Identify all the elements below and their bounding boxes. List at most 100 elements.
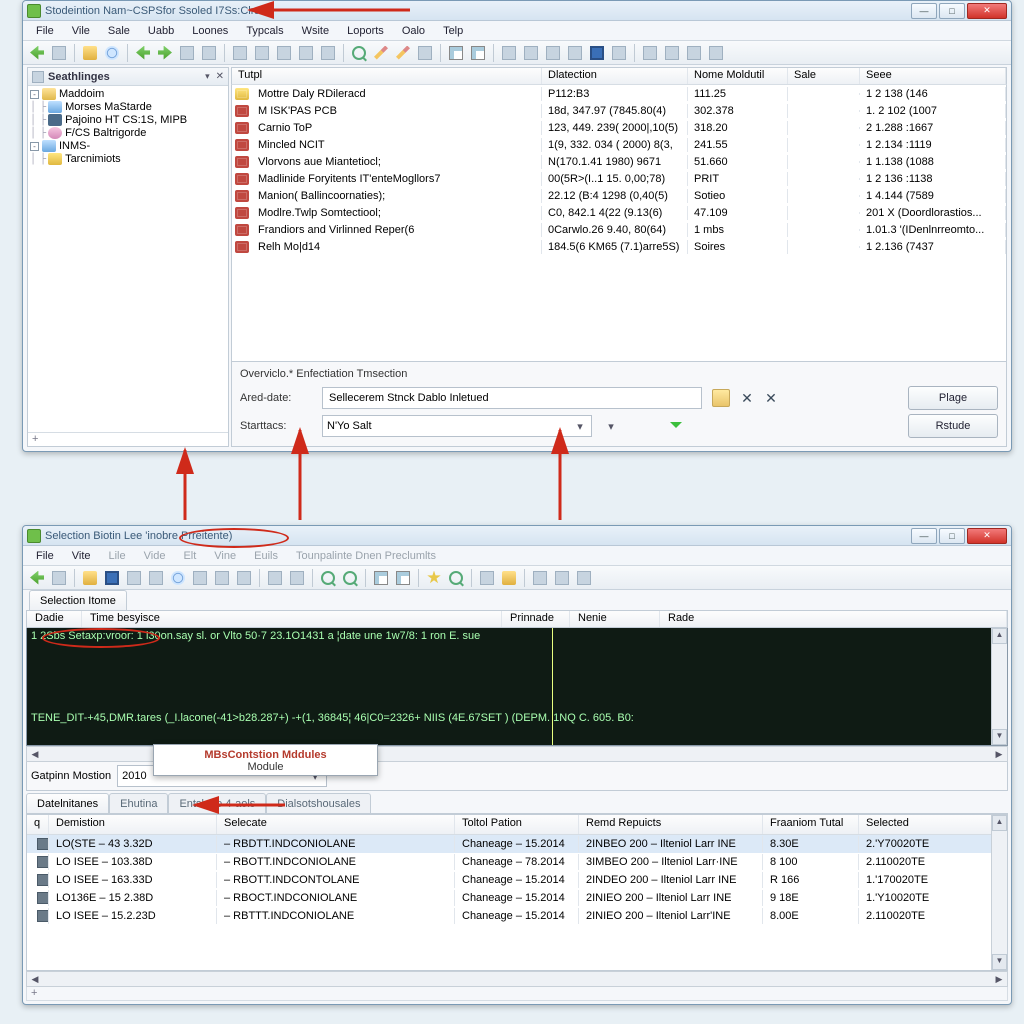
generic-icon[interactable] (287, 568, 307, 588)
generic-icon[interactable] (252, 43, 272, 63)
generic-icon[interactable] (296, 43, 316, 63)
search-icon[interactable] (446, 568, 466, 588)
grid-add[interactable]: + (26, 987, 1008, 1001)
table-row[interactable]: Mincled NCIT1(9, 332. 034 ( 2000) 8(3,24… (232, 136, 1006, 153)
menu-elt[interactable]: Elt (176, 549, 203, 563)
disk-icon[interactable] (168, 568, 188, 588)
close-button[interactable]: ✕ (967, 528, 1007, 544)
tree-node[interactable]: │ ├F/CS Baltrigorde (30, 127, 226, 140)
back-icon[interactable] (27, 43, 47, 63)
minimize-button[interactable]: — (911, 528, 937, 544)
tab-0[interactable]: Datelnitanes (26, 793, 109, 813)
table-row[interactable]: Madlinide Foryitents IT'enteMogllors700(… (232, 170, 1006, 187)
search-icon[interactable] (340, 568, 360, 588)
generic-icon[interactable] (477, 568, 497, 588)
tree-add[interactable]: + (28, 432, 228, 446)
col-header[interactable]: q (27, 815, 49, 834)
table-row[interactable]: LO136E – 15 2.38D– RBOCT.INDCONIOLANECha… (27, 889, 1007, 907)
generic-icon[interactable] (318, 43, 338, 63)
col-header[interactable]: Nome Moldutil (688, 68, 788, 84)
ared-input[interactable] (322, 387, 702, 409)
generic-icon[interactable] (199, 43, 219, 63)
table-row[interactable]: LO ISEE – 15.2.23D– RBTTT.INDCONIOLANECh… (27, 907, 1007, 925)
plage-button[interactable]: Plage (908, 386, 998, 410)
menu-sale[interactable]: Sale (101, 24, 137, 38)
tree-node[interactable]: │ ├Tarcnimiots (30, 153, 226, 166)
pencil-icon[interactable] (393, 43, 413, 63)
col-header[interactable]: Remd Repuicts (579, 815, 763, 834)
table-row[interactable]: Vlorvons aue Miantetiocl;N(170.1.41 1980… (232, 153, 1006, 170)
generic-icon[interactable] (265, 568, 285, 588)
star-icon[interactable] (424, 568, 444, 588)
col-header[interactable]: Rade (660, 611, 1007, 627)
titlebar[interactable]: Stodeintion Nam~CSPSfor Ssoled I7Ss:Clra… (23, 1, 1011, 21)
table-icon[interactable] (468, 43, 488, 63)
back-icon[interactable] (133, 43, 153, 63)
maximize-button[interactable]: □ (939, 3, 965, 19)
save-icon[interactable] (587, 43, 607, 63)
tree-node[interactable]: │ ├Pajoino HT CS:1S, MIPB (30, 114, 226, 127)
generic-icon[interactable] (230, 43, 250, 63)
menu-wsite[interactable]: Wsite (295, 24, 337, 38)
save-icon[interactable] (102, 568, 122, 588)
table-row[interactable]: Frandiors and Virlinned Reper(60Carwlo.2… (232, 221, 1006, 238)
table-row[interactable]: LO ISEE – 163.33D– RBOTT.INDCONTOLANECha… (27, 871, 1007, 889)
generic-icon[interactable] (565, 43, 585, 63)
menu-loones[interactable]: Loones (185, 24, 235, 38)
chevron-down-icon[interactable]: ▾ (602, 420, 620, 433)
tree-node[interactable]: -Maddoim (30, 88, 226, 101)
menu-oalo[interactable]: Oalo (395, 24, 432, 38)
tab-selection-itome[interactable]: Selection Itome (29, 590, 127, 610)
table-row[interactable]: Carnio ToP123, 449. 239( 2000|,10(5)318.… (232, 119, 1006, 136)
col-header[interactable]: Dlatection (542, 68, 688, 84)
tab-1[interactable]: Ehutina (109, 793, 168, 813)
col-header[interactable]: Demistion (49, 815, 217, 834)
generic-icon[interactable] (574, 568, 594, 588)
menu-vine[interactable]: Vine (207, 549, 243, 563)
generic-icon[interactable] (530, 568, 550, 588)
table-icon[interactable] (446, 43, 466, 63)
generic-icon[interactable] (212, 568, 232, 588)
generic-icon[interactable] (640, 43, 660, 63)
table-row[interactable]: LO(STE – 43 3.32D– RBDTT.INDCONIOLANECha… (27, 835, 1007, 853)
generic-icon[interactable] (146, 568, 166, 588)
menu-vite[interactable]: Vite (65, 549, 98, 563)
tree-node[interactable]: │ ├Morses MaStarde (30, 101, 226, 114)
clear-x2-icon[interactable]: ✕ (764, 390, 778, 407)
col-header[interactable]: Fraaniom Tutal (763, 815, 859, 834)
generic-icon[interactable] (706, 43, 726, 63)
menu-loports[interactable]: Loports (340, 24, 391, 38)
generic-icon[interactable] (49, 568, 69, 588)
menu-typcals[interactable]: Typcals (239, 24, 290, 38)
col-header[interactable]: Tutpl (232, 68, 542, 84)
disk-icon[interactable] (102, 43, 122, 63)
generic-icon[interactable] (552, 568, 572, 588)
search-icon[interactable] (318, 568, 338, 588)
scrollbar-h[interactable]: ◀▶ (26, 971, 1008, 987)
col-header[interactable]: Dadie (27, 611, 82, 627)
generic-icon[interactable] (662, 43, 682, 63)
generic-icon[interactable] (234, 568, 254, 588)
table-icon[interactable] (393, 568, 413, 588)
generic-icon[interactable] (684, 43, 704, 63)
start-combo[interactable]: N'Yo Salt ▾ (322, 415, 592, 437)
table-icon[interactable] (371, 568, 391, 588)
retude-button[interactable]: Rstude (908, 414, 998, 438)
generic-icon[interactable] (499, 43, 519, 63)
menu-vile[interactable]: Vile (65, 24, 97, 38)
col-header[interactable]: Sale (788, 68, 860, 84)
generic-icon[interactable] (415, 43, 435, 63)
generic-icon[interactable] (177, 43, 197, 63)
search-icon[interactable] (349, 43, 369, 63)
fwd-icon[interactable] (155, 43, 175, 63)
tab-3[interactable]: Dialsotshousales (266, 793, 371, 813)
tree-node[interactable]: -INMS- (30, 140, 226, 153)
col-header[interactable]: Time besyisce (82, 611, 502, 627)
menu-uabb[interactable]: Uabb (141, 24, 181, 38)
table-row[interactable]: LO ISEE – 103.38D– RBOTT.INDCONIOLANECha… (27, 853, 1007, 871)
generic-icon[interactable] (609, 43, 629, 63)
scrollbar-v[interactable]: ▲▼ (991, 815, 1007, 970)
menu-telp[interactable]: Telp (436, 24, 470, 38)
tab-2[interactable]: Entslnge 4-aols (168, 793, 266, 813)
folder-icon[interactable] (499, 568, 519, 588)
